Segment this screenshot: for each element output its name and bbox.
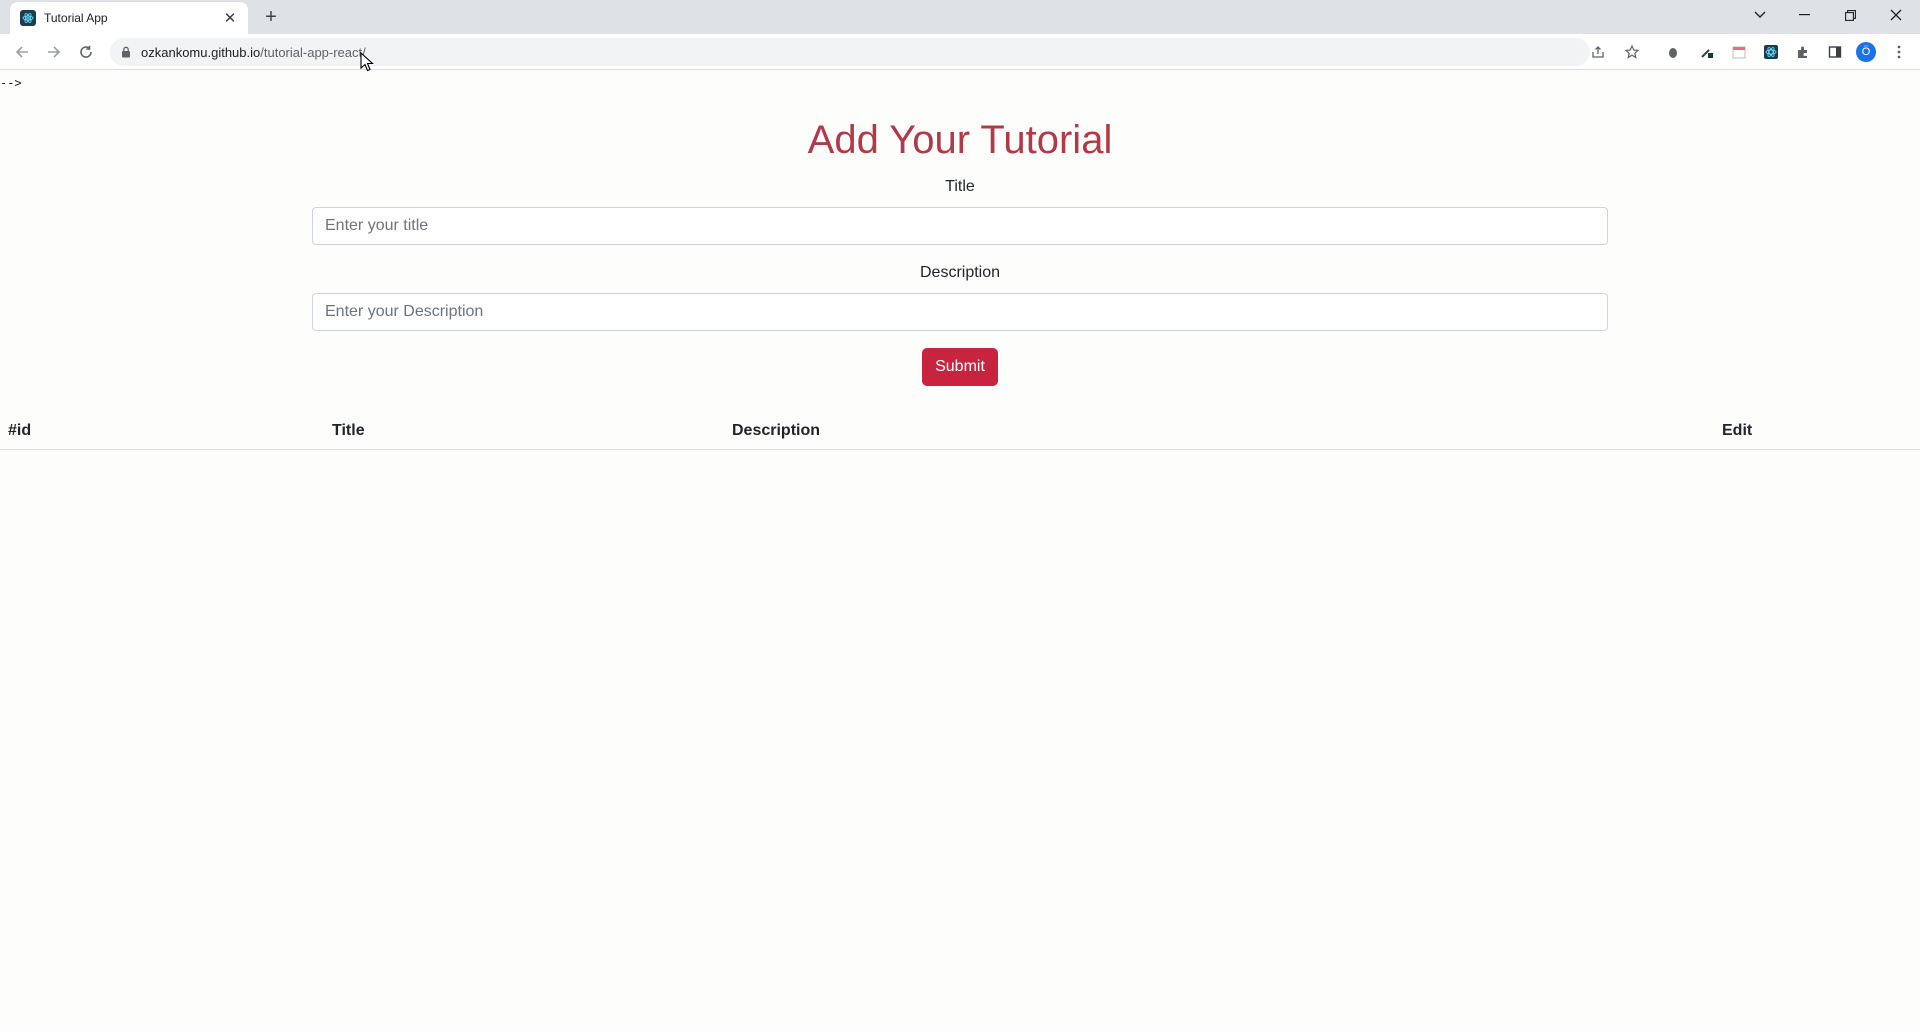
browser-tab[interactable]: Tutorial App ✕ [10, 2, 248, 34]
side-panel-icon[interactable] [1826, 43, 1844, 61]
table-header-row: #id Title Description Edit [0, 412, 1920, 450]
title-label: Title [945, 178, 975, 195]
share-icon[interactable] [1590, 44, 1606, 60]
page-title: Add Your Tutorial [807, 118, 1113, 162]
url-text[interactable]: ozkankomu.github.io/tutorial-app-react/ [141, 45, 366, 60]
title-input[interactable] [312, 207, 1608, 245]
new-tab-button[interactable]: + [260, 6, 282, 28]
restore-button[interactable] [1830, 2, 1870, 28]
column-header-title: Title [332, 421, 365, 439]
column-header-id: #id [8, 421, 32, 439]
eyedropper-extension-icon[interactable] [1698, 43, 1716, 61]
bug-extension-icon[interactable] [1664, 43, 1682, 61]
url-path: /tutorial-app-react/ [260, 44, 366, 60]
column-header-description: Description [732, 421, 821, 439]
tutorial-table: #id Title Description Edit [0, 412, 1920, 450]
calendar-extension-icon[interactable] [1730, 43, 1748, 61]
close-window-button[interactable] [1876, 2, 1916, 28]
description-label: Description [919, 264, 1001, 281]
url-host: ozkankomu.github.io [141, 44, 261, 60]
browser-toolbar: ozkankomu.github.io/tutorial-app-react/ … [0, 34, 1920, 70]
profile-avatar[interactable]: Ö [1856, 42, 1876, 62]
description-input[interactable] [312, 293, 1608, 331]
browser-menu-icon[interactable] [1890, 43, 1908, 61]
lock-icon[interactable] [120, 46, 132, 58]
tab-title: Tutorial App [44, 11, 108, 25]
react-favicon-icon [20, 10, 36, 26]
reload-button[interactable] [74, 40, 98, 64]
column-header-edit: Edit [1722, 421, 1753, 439]
address-bar[interactable]: ozkankomu.github.io/tutorial-app-react/ [110, 38, 1639, 66]
back-button[interactable] [10, 40, 34, 64]
bookmark-star-icon[interactable] [1624, 44, 1640, 60]
tab-close-icon[interactable]: ✕ [220, 8, 240, 28]
submit-button[interactable]: Submit [922, 348, 998, 386]
react-devtools-icon[interactable] [1762, 43, 1780, 61]
browser-tabstrip: Tutorial App ✕ + [0, 0, 1920, 34]
extensions-puzzle-icon[interactable] [1794, 43, 1812, 61]
forward-button[interactable] [42, 40, 66, 64]
stray-comment-text: --> [0, 76, 22, 90]
minimize-button[interactable] [1784, 2, 1824, 28]
mouse-cursor-icon [360, 52, 374, 72]
tab-search-icon[interactable] [1740, 2, 1780, 28]
